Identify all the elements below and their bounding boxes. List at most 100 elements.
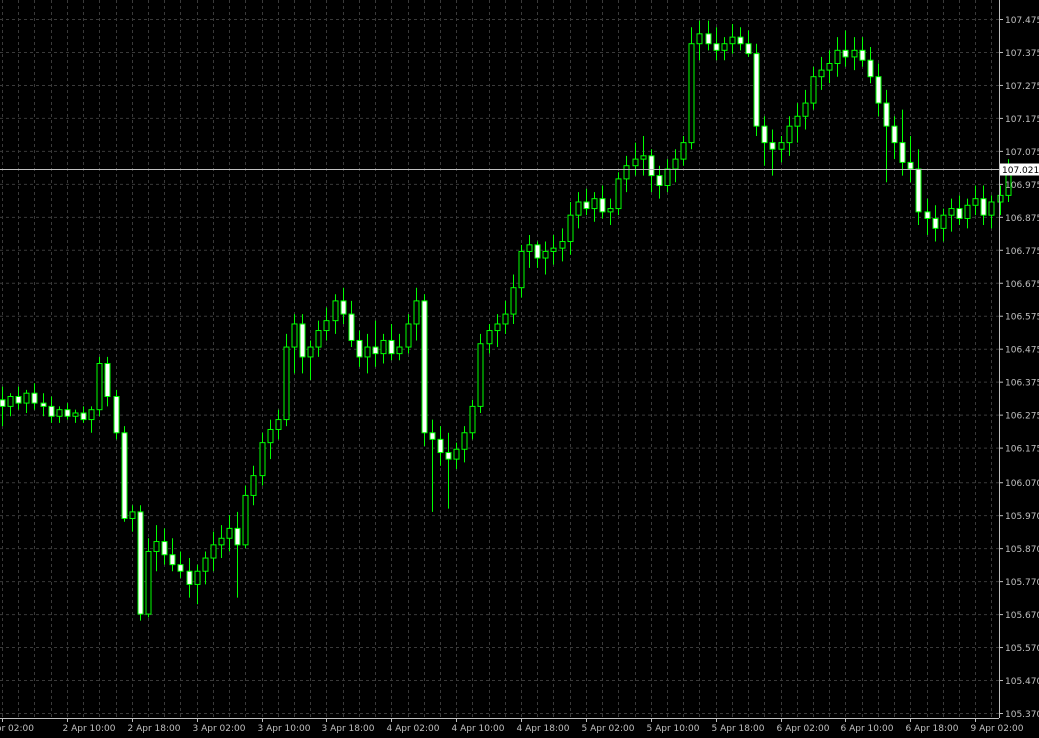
candle-body bbox=[713, 43, 720, 51]
candle-body bbox=[883, 102, 890, 127]
price-tick-label: 105.770 bbox=[1005, 578, 1039, 588]
candle-body bbox=[356, 339, 363, 358]
candle-body bbox=[851, 49, 858, 58]
candle-body bbox=[729, 36, 736, 45]
candle-body bbox=[372, 346, 379, 355]
candle bbox=[96, 356, 103, 417]
candle-body bbox=[842, 49, 849, 58]
candle-body bbox=[307, 346, 314, 358]
candle-body bbox=[437, 438, 444, 454]
candle-body bbox=[226, 527, 233, 539]
candle-body bbox=[623, 165, 630, 180]
candle-body bbox=[932, 217, 939, 229]
candle-body bbox=[786, 125, 793, 144]
candle-body bbox=[340, 300, 347, 315]
price-tick-label: 105.970 bbox=[1005, 512, 1039, 522]
candle bbox=[242, 485, 249, 549]
candle-body bbox=[186, 570, 193, 585]
candle-body bbox=[802, 102, 809, 117]
price-tick-label: 106.975 bbox=[1005, 181, 1039, 191]
price-tick-label: 105.670 bbox=[1005, 611, 1039, 621]
candlestick-chart: 107.021 107.475 107.375 107.275 107.175 107.… bbox=[0, 0, 1039, 738]
candle-body bbox=[899, 142, 906, 163]
candle-body bbox=[980, 198, 987, 216]
candle-body bbox=[575, 201, 582, 216]
candle bbox=[113, 389, 120, 440]
price-tick-label: 107.175 bbox=[1005, 115, 1039, 125]
candle-body bbox=[607, 208, 614, 213]
candle-body bbox=[145, 550, 152, 615]
candle-body bbox=[56, 409, 63, 417]
candle-body bbox=[778, 142, 785, 150]
price-tick-label: 106.375 bbox=[1005, 379, 1039, 389]
candle-body bbox=[924, 211, 931, 219]
candle-body bbox=[940, 214, 947, 229]
price-tick-label: 105.570 bbox=[1005, 644, 1039, 654]
candle-body bbox=[542, 250, 549, 259]
candle bbox=[477, 333, 484, 413]
time-tick-label: 5 Apr 02:00 bbox=[582, 724, 635, 734]
candle-body bbox=[486, 330, 493, 345]
candle-body bbox=[988, 201, 995, 216]
candle-body bbox=[591, 198, 598, 210]
candle-body bbox=[761, 125, 768, 144]
candle-body bbox=[453, 448, 460, 460]
candle-body bbox=[48, 405, 55, 417]
candle-body bbox=[664, 168, 671, 186]
candle-body bbox=[72, 412, 79, 417]
candle-body bbox=[510, 287, 517, 315]
price-tick-label: 106.275 bbox=[1005, 412, 1039, 422]
candle-body bbox=[259, 442, 266, 477]
candle-body bbox=[737, 36, 744, 45]
candle-body bbox=[534, 244, 541, 259]
candle-body bbox=[640, 155, 647, 160]
candle-body bbox=[972, 198, 979, 206]
candle-body bbox=[15, 395, 22, 404]
candle-body bbox=[388, 339, 395, 355]
price-tick-label: 106.475 bbox=[1005, 346, 1039, 356]
candle-body bbox=[477, 343, 484, 407]
time-tick-label: 4 Apr 10:00 bbox=[452, 724, 505, 734]
candle-body bbox=[348, 313, 355, 341]
candle-body bbox=[396, 346, 403, 355]
price-tick-label: 106.875 bbox=[1005, 214, 1039, 224]
candle bbox=[753, 43, 760, 137]
candle-body bbox=[250, 475, 257, 496]
chart-background bbox=[0, 0, 1039, 738]
candle-body bbox=[275, 419, 282, 430]
candle-body bbox=[461, 432, 468, 450]
candle-body bbox=[291, 323, 298, 348]
candle-body bbox=[615, 178, 622, 210]
candle-body bbox=[948, 208, 955, 216]
candle-body bbox=[769, 142, 776, 150]
candle-body bbox=[40, 402, 47, 407]
time-tick-label: 5 Apr 10:00 bbox=[647, 724, 700, 734]
candle-body bbox=[559, 241, 566, 249]
time-tick-label: 4 Apr 02:00 bbox=[387, 724, 440, 734]
candle-body bbox=[688, 43, 695, 144]
price-tick-label: 107.275 bbox=[1005, 82, 1039, 92]
price-tick-label: 106.175 bbox=[1005, 445, 1039, 455]
time-tick-label: 6 Apr 18:00 bbox=[906, 724, 959, 734]
candle-body bbox=[380, 339, 387, 355]
time-tick-label: Apr 02:00 bbox=[0, 724, 34, 734]
candle-body bbox=[583, 201, 590, 210]
candle-body bbox=[632, 158, 639, 167]
candle-body bbox=[129, 511, 136, 519]
candle-body bbox=[818, 69, 825, 78]
candle-body bbox=[194, 570, 201, 585]
candle bbox=[121, 426, 128, 522]
candle-body bbox=[915, 168, 922, 213]
candle-body bbox=[299, 323, 306, 358]
candle-body bbox=[64, 409, 71, 417]
candle-body bbox=[80, 412, 87, 421]
candle-body bbox=[234, 527, 241, 546]
candle-body bbox=[88, 409, 95, 421]
time-tick-label: 3 Apr 18:00 bbox=[322, 724, 375, 734]
price-tick-label: 105.870 bbox=[1005, 545, 1039, 555]
candle-body bbox=[964, 204, 971, 219]
candle-body bbox=[794, 115, 801, 127]
candle bbox=[688, 27, 695, 150]
candle-body bbox=[826, 63, 833, 71]
candle-body bbox=[413, 300, 420, 325]
